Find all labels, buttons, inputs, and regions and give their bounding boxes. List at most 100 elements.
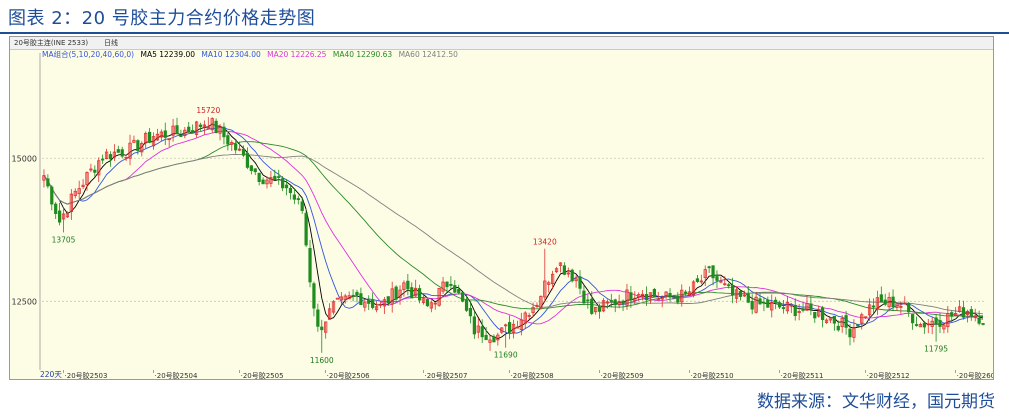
candle-body <box>163 130 167 138</box>
candle <box>367 295 371 311</box>
candle <box>738 290 743 301</box>
candle <box>488 334 492 351</box>
extreme-label: 13420 <box>533 238 557 247</box>
candle <box>601 298 606 313</box>
candle-body <box>457 288 461 293</box>
candle <box>731 277 735 304</box>
candle <box>54 202 58 219</box>
candle <box>183 127 187 139</box>
candle-body <box>684 291 688 294</box>
candle <box>93 165 97 178</box>
candle-body <box>676 295 680 303</box>
candle-body <box>222 126 226 138</box>
candle <box>715 270 719 289</box>
candle <box>421 294 426 305</box>
candle <box>828 317 833 323</box>
candle-body <box>821 307 825 321</box>
candle <box>969 306 973 321</box>
candle-body <box>707 266 711 269</box>
candle <box>50 185 54 211</box>
y-tick-label: 12500 <box>12 297 37 306</box>
candle <box>57 202 62 226</box>
day-count-label: 220天 <box>40 370 62 379</box>
candle <box>429 300 433 313</box>
candle <box>922 320 926 334</box>
candle-body <box>386 296 390 304</box>
candle <box>476 318 480 339</box>
candle <box>629 286 633 308</box>
extreme-label: 13705 <box>52 235 76 244</box>
candle-body <box>578 276 582 289</box>
candle-body <box>715 276 719 281</box>
candle-body <box>738 291 743 297</box>
candle <box>374 300 379 313</box>
candle <box>42 169 46 188</box>
candle <box>942 322 946 334</box>
candle-body <box>727 284 731 287</box>
candle <box>543 248 547 303</box>
candle <box>351 289 355 302</box>
candle-body <box>832 315 836 324</box>
figure-title: 图表 2：20 号胶主力合约价格走势图 <box>8 8 316 29</box>
candle <box>918 322 923 328</box>
candle <box>821 305 825 328</box>
candle-body <box>288 187 293 194</box>
candle <box>864 316 868 319</box>
candle-body <box>292 194 296 200</box>
candle <box>312 281 316 317</box>
candle <box>781 299 786 314</box>
candle-body <box>320 326 324 331</box>
x-tick-label: ·20号胶2508 <box>511 371 554 379</box>
candle <box>147 128 152 144</box>
candle <box>824 318 829 324</box>
candle <box>382 297 386 314</box>
candle <box>570 268 574 283</box>
candle <box>179 129 183 138</box>
candle <box>359 287 363 305</box>
candle-body <box>335 297 340 300</box>
candle <box>758 292 762 305</box>
x-tick-label: ·20号胶2510 <box>691 371 734 379</box>
candle <box>335 297 340 300</box>
candle <box>46 174 50 189</box>
candle-body <box>781 307 786 309</box>
candle-body <box>464 299 469 311</box>
candle <box>907 302 911 317</box>
candle <box>507 315 512 340</box>
candle <box>253 168 257 176</box>
candle <box>554 266 559 273</box>
candle-body <box>425 299 430 307</box>
candle <box>132 135 136 143</box>
candle-body <box>793 304 797 317</box>
candle <box>316 303 320 332</box>
candle <box>390 281 394 313</box>
candle-body <box>758 298 762 305</box>
candle <box>214 118 218 134</box>
candle <box>277 169 281 185</box>
data-source: 数据来源：文华财经，国元期货 <box>757 392 995 412</box>
candle <box>371 292 375 310</box>
candle-body <box>367 299 371 304</box>
candle <box>191 124 195 134</box>
candle <box>226 132 230 151</box>
candle <box>699 274 703 285</box>
candle-body <box>590 298 594 314</box>
candle <box>81 179 85 190</box>
candle <box>472 311 476 339</box>
candle-body <box>453 285 457 293</box>
candle-body <box>562 265 566 275</box>
candle-body <box>461 292 465 302</box>
candle-body <box>234 143 238 151</box>
candle-body <box>214 120 218 134</box>
candle-body <box>308 248 312 283</box>
candle <box>500 327 504 335</box>
candle-body <box>969 309 973 317</box>
candle <box>144 131 148 148</box>
candle-body <box>492 336 496 343</box>
candle <box>101 154 105 164</box>
candle <box>257 172 261 186</box>
candle-body <box>731 285 735 296</box>
candle <box>504 323 508 348</box>
candle <box>879 286 883 303</box>
candle <box>558 262 563 273</box>
